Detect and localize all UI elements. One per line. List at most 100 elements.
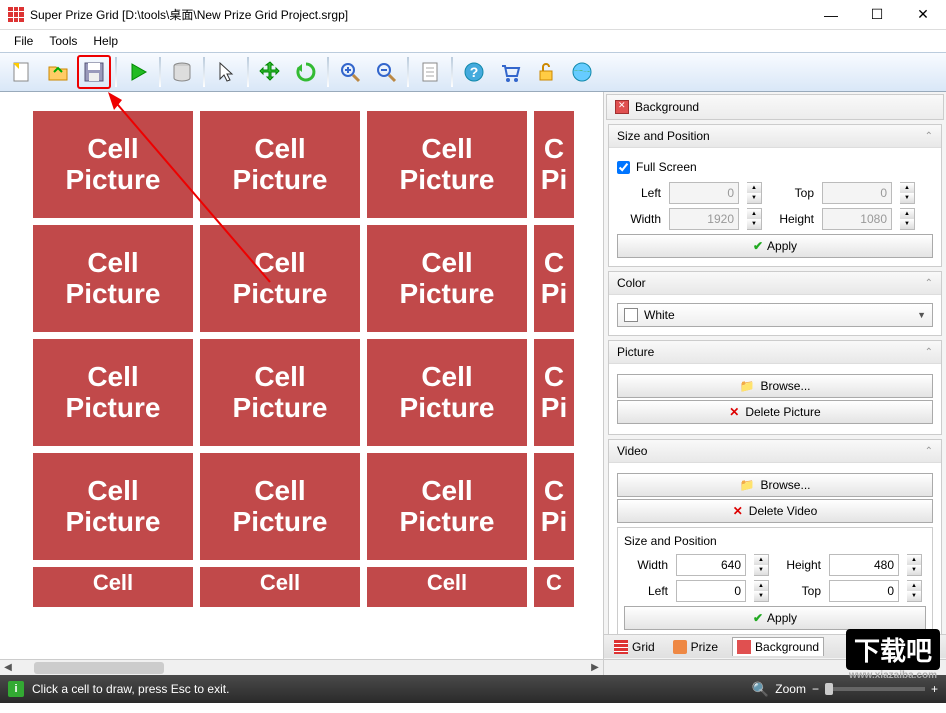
video-top-input[interactable] (829, 580, 899, 602)
apply-button[interactable]: ✔Apply (617, 234, 933, 258)
grid-cell[interactable]: CellPicture (367, 453, 527, 560)
left-input[interactable] (669, 182, 739, 204)
grid-cell[interactable]: Cell (367, 567, 527, 607)
grid-cell[interactable]: CellPicture (200, 225, 360, 332)
grid-cell[interactable]: CPi (534, 225, 574, 332)
grid-cell[interactable]: Cell (33, 567, 193, 607)
width-input[interactable] (669, 208, 739, 230)
play-button[interactable] (121, 55, 155, 89)
app-icon (8, 7, 24, 23)
grid-cell[interactable]: CPi (534, 111, 574, 218)
zoom-out-button[interactable] (369, 55, 403, 89)
grid-cell[interactable]: CellPicture (33, 339, 193, 446)
rotate-button[interactable] (289, 55, 323, 89)
menu-help[interactable]: Help (85, 32, 126, 50)
zoom-in-icon[interactable]: + (931, 682, 938, 696)
grid-cell[interactable]: CellPicture (33, 453, 193, 560)
delete-video-button[interactable]: ✕Delete Video (617, 499, 933, 523)
collapse-icon[interactable]: ⌃ (925, 278, 933, 289)
unlock-button[interactable] (529, 55, 563, 89)
database-button[interactable] (165, 55, 199, 89)
menu-tools[interactable]: Tools (41, 32, 85, 50)
left-label: Left (617, 186, 661, 200)
maximize-button[interactable]: ☐ (854, 0, 900, 30)
height-input[interactable] (822, 208, 892, 230)
video-apply-button[interactable]: ✔Apply (624, 606, 926, 630)
delete-icon: ✕ (729, 405, 739, 419)
delete-picture-button[interactable]: ✕Delete Picture (617, 400, 933, 424)
main-area: CellPictureCellPictureCellPictureCPi Cel… (0, 92, 946, 675)
top-input[interactable] (822, 182, 892, 204)
video-left-input[interactable] (676, 580, 746, 602)
collapse-icon[interactable]: ⌃ (925, 446, 933, 457)
section-header[interactable]: Video⌃ (609, 440, 941, 463)
cart-button[interactable] (493, 55, 527, 89)
color-section: Color⌃ White▼ (608, 271, 942, 336)
grid-icon (614, 640, 628, 654)
background-icon (615, 100, 629, 114)
grid-cell[interactable]: Cell (200, 567, 360, 607)
properties-panel: Background Size and Position⌃ Full Scree… (603, 92, 946, 675)
spinner[interactable]: ▲▼ (747, 182, 762, 204)
spinner[interactable]: ▲▼ (747, 208, 762, 230)
new-button[interactable] (5, 55, 39, 89)
zoom-label: Zoom (775, 682, 806, 696)
zoom-icon: 🔍 (752, 681, 769, 698)
spinner[interactable]: ▲▼ (754, 554, 769, 576)
spinner[interactable]: ▲▼ (907, 580, 922, 602)
menu-file[interactable]: File (6, 32, 41, 50)
grid-cell[interactable]: CPi (534, 453, 574, 560)
move-button[interactable] (253, 55, 287, 89)
grid-cell[interactable]: CellPicture (200, 111, 360, 218)
video-width-label: Width (624, 558, 668, 572)
canvas-area[interactable]: CellPictureCellPictureCellPictureCPi Cel… (0, 92, 603, 675)
section-header[interactable]: Picture⌃ (609, 341, 941, 364)
grid-cell[interactable]: CellPicture (200, 339, 360, 446)
grid-cell[interactable]: CellPicture (367, 111, 527, 218)
grid-cell[interactable]: CellPicture (367, 225, 527, 332)
tab-prize[interactable]: Prize (669, 638, 722, 656)
save-button[interactable] (77, 55, 111, 89)
window-title: Super Prize Grid [D:\tools\桌面\New Prize … (30, 6, 808, 23)
panel-scrollbar[interactable] (604, 659, 946, 675)
grid-cell[interactable]: CellPicture (33, 111, 193, 218)
tab-grid[interactable]: Grid (610, 638, 659, 656)
tab-background[interactable]: Background (732, 637, 824, 656)
close-button[interactable]: ✕ (900, 0, 946, 30)
grid-cell[interactable]: C (534, 567, 574, 607)
grid-cell[interactable]: CellPicture (33, 225, 193, 332)
spinner[interactable]: ▲▼ (907, 554, 922, 576)
minimize-button[interactable]: — (808, 0, 854, 30)
video-width-input[interactable] (676, 554, 746, 576)
spinner[interactable]: ▲▼ (900, 208, 915, 230)
prize-grid[interactable]: CellPictureCellPictureCellPictureCPi Cel… (33, 111, 574, 614)
horizontal-scrollbar[interactable]: ◀▶ (0, 659, 603, 675)
grid-cell[interactable]: CellPicture (200, 453, 360, 560)
page-button[interactable] (413, 55, 447, 89)
video-height-input[interactable] (829, 554, 899, 576)
video-size-position: Size and Position Width ▲▼ Height ▲▼ Lef… (617, 527, 933, 637)
window-controls: — ☐ ✕ (808, 0, 946, 30)
grid-cell[interactable]: CellPicture (367, 339, 527, 446)
pointer-button[interactable] (209, 55, 243, 89)
color-dropdown[interactable]: White▼ (617, 303, 933, 327)
open-button[interactable] (41, 55, 75, 89)
size-position-section: Size and Position⌃ Full Screen Left ▲▼ T… (608, 124, 942, 267)
browse-picture-button[interactable]: 📁Browse... (617, 374, 933, 398)
status-bar: i Click a cell to draw, press Esc to exi… (0, 675, 946, 703)
grid-cell[interactable]: CPi (534, 339, 574, 446)
zoom-out-icon[interactable]: − (812, 682, 819, 696)
globe-button[interactable] (565, 55, 599, 89)
spinner[interactable]: ▲▼ (900, 182, 915, 204)
zoom-in-button[interactable] (333, 55, 367, 89)
collapse-icon[interactable]: ⌃ (925, 347, 933, 358)
help-button[interactable]: ? (457, 55, 491, 89)
browse-video-button[interactable]: 📁Browse... (617, 473, 933, 497)
full-screen-checkbox[interactable] (617, 161, 630, 174)
section-header[interactable]: Size and Position⌃ (609, 125, 941, 148)
spinner[interactable]: ▲▼ (754, 580, 769, 602)
zoom-slider[interactable] (825, 687, 925, 691)
panel-tabs: Grid Prize Background (604, 634, 946, 658)
collapse-icon[interactable]: ⌃ (925, 131, 933, 142)
section-header[interactable]: Color⌃ (609, 272, 941, 295)
